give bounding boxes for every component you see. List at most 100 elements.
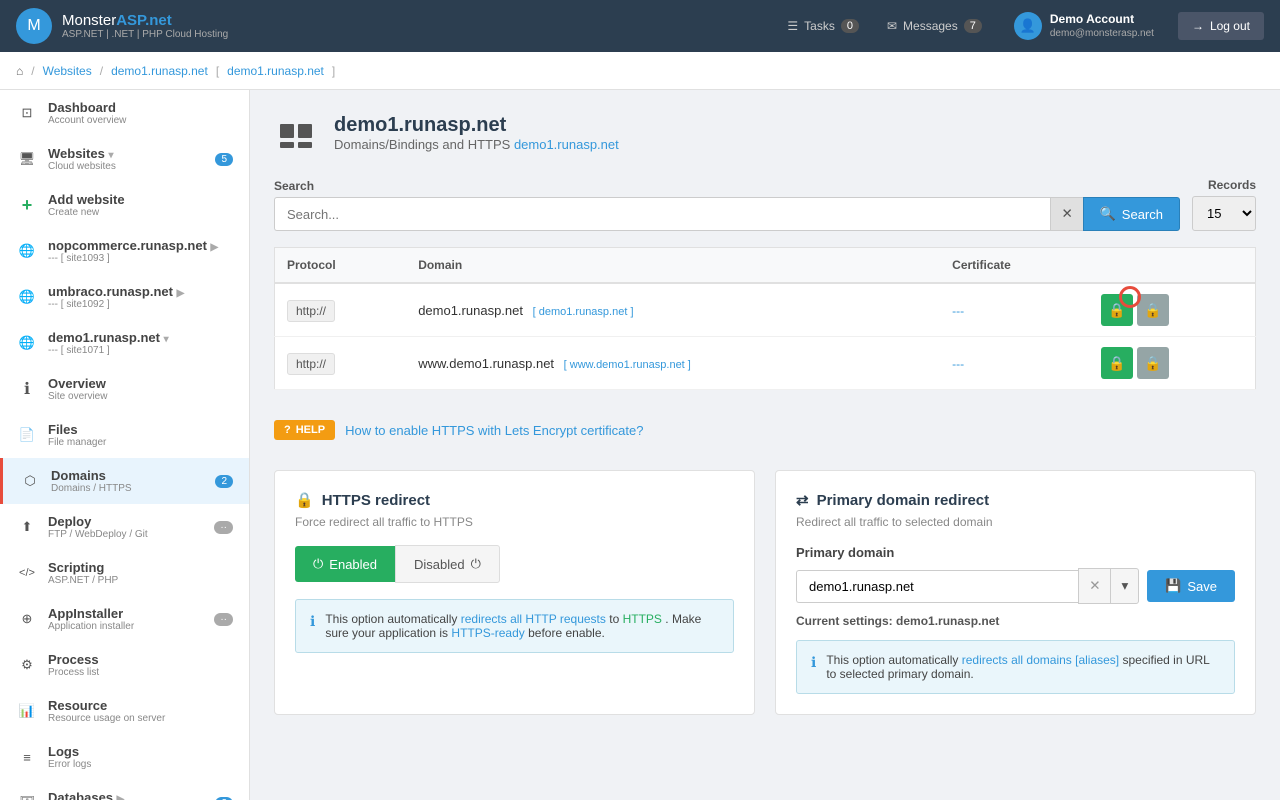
sidebar-sub-scripting: ASP.NET / PHP — [48, 575, 233, 586]
sidebar-sub-demo1: --- [ site1071 ] — [48, 345, 233, 356]
sidebar-sub-files: File manager — [48, 437, 233, 448]
lock-icon: 🔒 — [295, 491, 314, 509]
sidebar-sub-appinstaller: Application installer — [48, 621, 204, 632]
action-buttons: 🔒 🔒 — [1101, 347, 1243, 379]
records-select[interactable]: 15 25 50 100 — [1192, 196, 1256, 231]
home-icon[interactable]: ⌂ — [16, 64, 23, 78]
sidebar-sub-add-website: Create new — [48, 207, 233, 218]
sidebar-label-websites: Websites ▾ — [48, 146, 205, 161]
sidebar-item-deploy[interactable]: ⬆ Deploy FTP / WebDeploy / Git ·· — [0, 504, 249, 550]
domain-dropdown-button[interactable]: ▾ — [1110, 568, 1139, 604]
sidebar-sub-process: Process list — [48, 667, 233, 678]
power-on-icon: ⏻ — [313, 556, 323, 572]
search-input[interactable] — [274, 197, 1050, 231]
logout-button[interactable]: → Log out — [1178, 12, 1264, 40]
process-icon: ⚙ — [16, 654, 38, 676]
sidebar-label-databases: Databases ▶ — [48, 790, 205, 800]
sidebar-label-dashboard: Dashboard — [48, 100, 233, 115]
tasks-count: 0 — [841, 19, 859, 33]
sidebar-item-appinstaller[interactable]: ⊕ AppInstaller Application installer ·· — [0, 596, 249, 642]
https-info-text1: This option automatically — [325, 612, 460, 626]
deploy-badge: ·· — [214, 521, 233, 534]
sidebar-label-process: Process — [48, 652, 233, 667]
ssl-disable-button[interactable]: 🔒 — [1137, 347, 1169, 379]
add-website-icon: + — [16, 194, 38, 216]
sidebar-label-scripting: Scripting — [48, 560, 233, 575]
cert-link[interactable]: --- — [952, 357, 964, 371]
breadcrumb-domain[interactable]: demo1.runasp.net — [111, 64, 208, 78]
websites-icon: 🖥 — [16, 148, 38, 170]
sidebar-item-logs[interactable]: ≡ Logs Error logs — [0, 734, 249, 780]
https-info-highlight1: redirects all HTTP requests — [461, 612, 606, 626]
domain-alias: [ demo1.runasp.net ] — [533, 306, 634, 318]
records-group: Records 15 25 50 100 — [1192, 178, 1256, 231]
sidebar-item-process[interactable]: ⚙ Process Process list — [0, 642, 249, 688]
sidebar-label-add-website: Add website — [48, 192, 233, 207]
current-setting-value: demo1.runasp.net — [896, 614, 999, 628]
records-label: Records — [1208, 178, 1256, 192]
primary-info-highlight1: redirects all domains [aliases] — [962, 653, 1119, 667]
ssl-enable-button[interactable]: 🔒 — [1101, 294, 1133, 326]
sidebar-item-overview[interactable]: ℹ Overview Site overview — [0, 366, 249, 412]
databases-icon: 🗄 — [16, 792, 38, 800]
breadcrumb-websites[interactable]: Websites — [43, 64, 92, 78]
sidebar-item-dashboard[interactable]: ⊡ Dashboard Account overview — [0, 90, 249, 136]
messages-nav-item[interactable]: ✉ Messages 7 — [887, 19, 982, 33]
domain-clear-button[interactable]: ✕ — [1078, 568, 1110, 604]
tasks-icon: ☰ — [787, 19, 798, 33]
sidebar-item-databases[interactable]: 🗄 Databases ▶ Cloud databases 3 — [0, 780, 249, 800]
page-title: demo1.runasp.net — [334, 114, 619, 137]
enabled-button[interactable]: ⏻ Enabled — [295, 546, 395, 582]
umbraco-icon: 🌐 — [16, 286, 38, 308]
logo-icon: M — [16, 8, 52, 44]
primary-domain-input[interactable] — [796, 570, 1078, 603]
sidebar-label-nopcommerce: nopcommerce.runasp.net ▶ — [48, 238, 233, 253]
logout-label: Log out — [1210, 19, 1250, 33]
sidebar-item-resource[interactable]: 📊 Resource Resource usage on server — [0, 688, 249, 734]
sidebar-item-websites[interactable]: 🖥 Websites ▾ Cloud websites 5 — [0, 136, 249, 182]
save-button[interactable]: 💾 Save — [1147, 570, 1235, 602]
search-button[interactable]: 🔍 Search — [1083, 197, 1180, 231]
logo-text: MonsterASP.net ASP.NET | .NET | PHP Clou… — [62, 12, 228, 40]
sidebar-label-logs: Logs — [48, 744, 233, 759]
help-bar: ? HELP How to enable HTTPS with Lets Enc… — [274, 410, 1256, 450]
sidebar-item-scripting[interactable]: </> Scripting ASP.NET / PHP — [0, 550, 249, 596]
tasks-nav-item[interactable]: ☰ Tasks 0 — [787, 19, 859, 33]
primary-panel-title: ⇄ Primary domain redirect — [796, 491, 1235, 509]
overview-icon: ℹ — [16, 378, 38, 400]
cert-link[interactable]: --- — [952, 304, 964, 318]
sidebar-item-umbraco[interactable]: 🌐 umbraco.runasp.net ▶ --- [ site1092 ] — [0, 274, 249, 320]
search-group: Search ✕ 🔍 Search — [274, 179, 1180, 231]
sidebar-item-add-website[interactable]: + Add website Create new — [0, 182, 249, 228]
messages-label: Messages — [903, 19, 958, 33]
search-clear-button[interactable]: ✕ — [1050, 197, 1082, 231]
appinstaller-icon: ⊕ — [16, 608, 38, 630]
https-info-box: ℹ This option automatically redirects al… — [295, 599, 734, 653]
current-setting-label: Current settings: — [796, 614, 893, 628]
sidebar-item-files[interactable]: 📄 Files File manager — [0, 412, 249, 458]
ssl-enable-button[interactable]: 🔒 — [1101, 347, 1133, 379]
page-header-icon — [274, 114, 318, 158]
sidebar-item-nopcommerce[interactable]: 🌐 nopcommerce.runasp.net ▶ --- [ site109… — [0, 228, 249, 274]
search-label: Search — [274, 179, 1180, 193]
domain-alias: [ www.demo1.runasp.net ] — [564, 359, 691, 371]
files-icon: 📄 — [16, 424, 38, 446]
disabled-button[interactable]: Disabled ⏻ — [395, 545, 500, 583]
ssl-disable-button[interactable]: 🔒 — [1137, 294, 1169, 326]
sidebar-item-demo1[interactable]: 🌐 demo1.runasp.net ▾ --- [ site1071 ] — [0, 320, 249, 366]
help-link[interactable]: How to enable HTTPS with Lets Encrypt ce… — [345, 423, 643, 438]
dashboard-icon: ⊡ — [16, 102, 38, 124]
logs-icon: ≡ — [16, 746, 38, 768]
domains-badge: 2 — [215, 475, 233, 488]
sidebar-item-domains[interactable]: ⬡ Domains Domains / HTTPS 2 — [0, 458, 249, 504]
scripting-icon: </> — [16, 562, 38, 584]
page-subtitle-link[interactable]: demo1.runasp.net — [514, 137, 619, 152]
demo1-icon: 🌐 — [16, 332, 38, 354]
sidebar-sub-websites: Cloud websites — [48, 161, 205, 172]
user-avatar: 👤 — [1014, 12, 1042, 40]
page-subtitle: Domains/Bindings and HTTPS demo1.runasp.… — [334, 137, 619, 152]
help-badge: ? HELP — [274, 420, 335, 440]
sidebar-sub-overview: Site overview — [48, 391, 233, 402]
save-label: Save — [1187, 579, 1217, 594]
action-buttons: 🔒 🔒 — [1101, 294, 1243, 326]
